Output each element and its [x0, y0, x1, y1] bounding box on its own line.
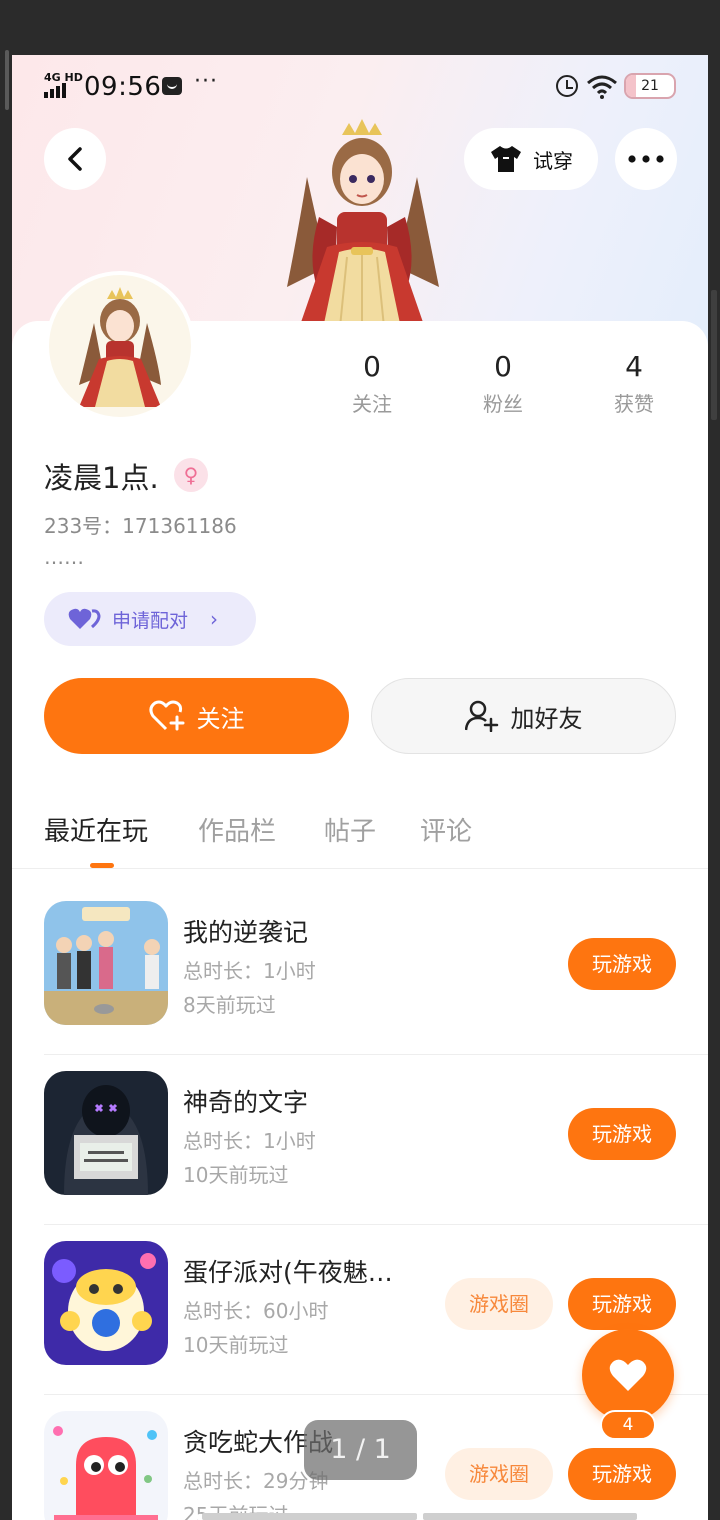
battery-percent: 21: [641, 78, 659, 94]
follow-label: 关注: [196, 704, 245, 733]
heart-plus-icon: [148, 700, 184, 731]
add-user-icon: [464, 700, 498, 732]
app-screen: 4G HD 09:56 ··· 21 试穿 0 关注 0 粉丝 4 获赞 凌晨1…: [12, 55, 708, 1520]
game-circle-button[interactable]: 游戏圈: [445, 1278, 553, 1330]
request-pairing-label: 申请配对: [112, 609, 189, 632]
following-count: 0: [363, 350, 381, 383]
signal-icon: [44, 83, 66, 98]
add-friend-label: 加好友: [510, 704, 583, 733]
user-bio: ……: [44, 545, 84, 569]
add-friend-button[interactable]: 加好友: [371, 678, 676, 754]
profile-tabs: 最近在玩 作品栏 帖子 评论: [12, 805, 708, 869]
like-floating-button[interactable]: [582, 1329, 674, 1421]
request-pairing-button[interactable]: 申请配对 ›: [44, 592, 256, 646]
clock: 09:56: [84, 72, 162, 102]
play-game-button[interactable]: 玩游戏: [568, 1108, 676, 1160]
shirt-icon: [491, 146, 521, 172]
network-type: 4G HD: [44, 71, 83, 84]
scrollbar[interactable]: [711, 290, 717, 420]
play-duration: 总时长：1小时: [183, 1129, 316, 1153]
alarm-icon: [556, 75, 578, 97]
profile-stats: 0 关注 0 粉丝 4 获赞: [312, 350, 708, 420]
battery-level-fill: [626, 75, 637, 97]
tab-works[interactable]: 作品栏: [198, 811, 276, 848]
tab-recently-played[interactable]: 最近在玩: [44, 811, 148, 848]
more-notifications-icon: ···: [194, 69, 218, 94]
play-duration: 总时长：1小时: [183, 959, 316, 983]
play-duration: 总时长：60小时: [183, 1299, 329, 1323]
heart-icon: [609, 1359, 647, 1391]
play-game-button[interactable]: 玩游戏: [568, 938, 676, 990]
try-on-button[interactable]: 试穿: [464, 128, 598, 190]
avatar[interactable]: [45, 271, 195, 421]
battery-indicator: 21: [624, 73, 676, 99]
try-on-label: 试穿: [533, 148, 573, 173]
list-item[interactable]: 神奇的文字 总时长：1小时 10天前玩过 玩游戏: [44, 1055, 708, 1225]
game-name: 蛋仔派对(午夜魅…: [183, 1258, 393, 1287]
likes-count: 4: [625, 350, 643, 383]
active-tab-indicator: [90, 863, 114, 868]
username: 凌晨1点.: [44, 461, 159, 495]
game-icon: [44, 1071, 168, 1195]
last-played: 10天前玩过: [183, 1163, 289, 1187]
game-icon: [44, 1241, 168, 1365]
follow-button[interactable]: 关注: [44, 678, 349, 754]
list-item[interactable]: 我的逆袭记 总时长：1小时 8天前玩过 玩游戏: [44, 885, 708, 1055]
status-bar: 4G HD 09:56 ··· 21: [12, 55, 708, 117]
heart-pair-icon: [68, 608, 101, 629]
game-circle-button[interactable]: 游戏圈: [445, 1448, 553, 1500]
followers-count: 0: [494, 350, 512, 383]
tab-posts[interactable]: 帖子: [324, 811, 376, 848]
play-game-button[interactable]: 玩游戏: [568, 1278, 676, 1330]
like-count-badge: 4: [600, 1410, 656, 1440]
game-name: 我的逆袭记: [183, 918, 309, 947]
game-icon: [44, 901, 168, 1025]
following-stat[interactable]: 0 关注: [312, 350, 432, 417]
play-game-button[interactable]: 玩游戏: [568, 1448, 676, 1500]
last-played: 8天前玩过: [183, 993, 276, 1017]
tab-comments[interactable]: 评论: [420, 811, 472, 848]
female-icon: ♀: [174, 458, 208, 492]
user-id: 233号：171361186: [44, 514, 237, 538]
avatar-image: [79, 287, 161, 407]
last-played: 10天前玩过: [183, 1333, 289, 1357]
game-name: 神奇的文字: [183, 1088, 309, 1117]
bottom-scroll-indicator: [202, 1513, 637, 1520]
ellipsis-icon: [628, 155, 664, 163]
more-options-button[interactable]: [615, 128, 677, 190]
wifi-icon: [587, 75, 617, 99]
back-button[interactable]: [44, 128, 106, 190]
followers-stat[interactable]: 0 粉丝: [443, 350, 563, 417]
followers-label: 粉丝: [483, 392, 523, 416]
game-icon: [44, 1411, 168, 1520]
likes-stat[interactable]: 4 获赞: [574, 350, 694, 417]
screen-edge: [5, 50, 9, 110]
chevron-left-icon: [68, 147, 82, 171]
following-label: 关注: [352, 392, 392, 416]
message-notification-icon: [162, 77, 182, 95]
likes-label: 获赞: [614, 392, 654, 416]
page-indicator: 1 / 1: [304, 1420, 417, 1480]
chevron-right-icon: ›: [210, 607, 219, 631]
